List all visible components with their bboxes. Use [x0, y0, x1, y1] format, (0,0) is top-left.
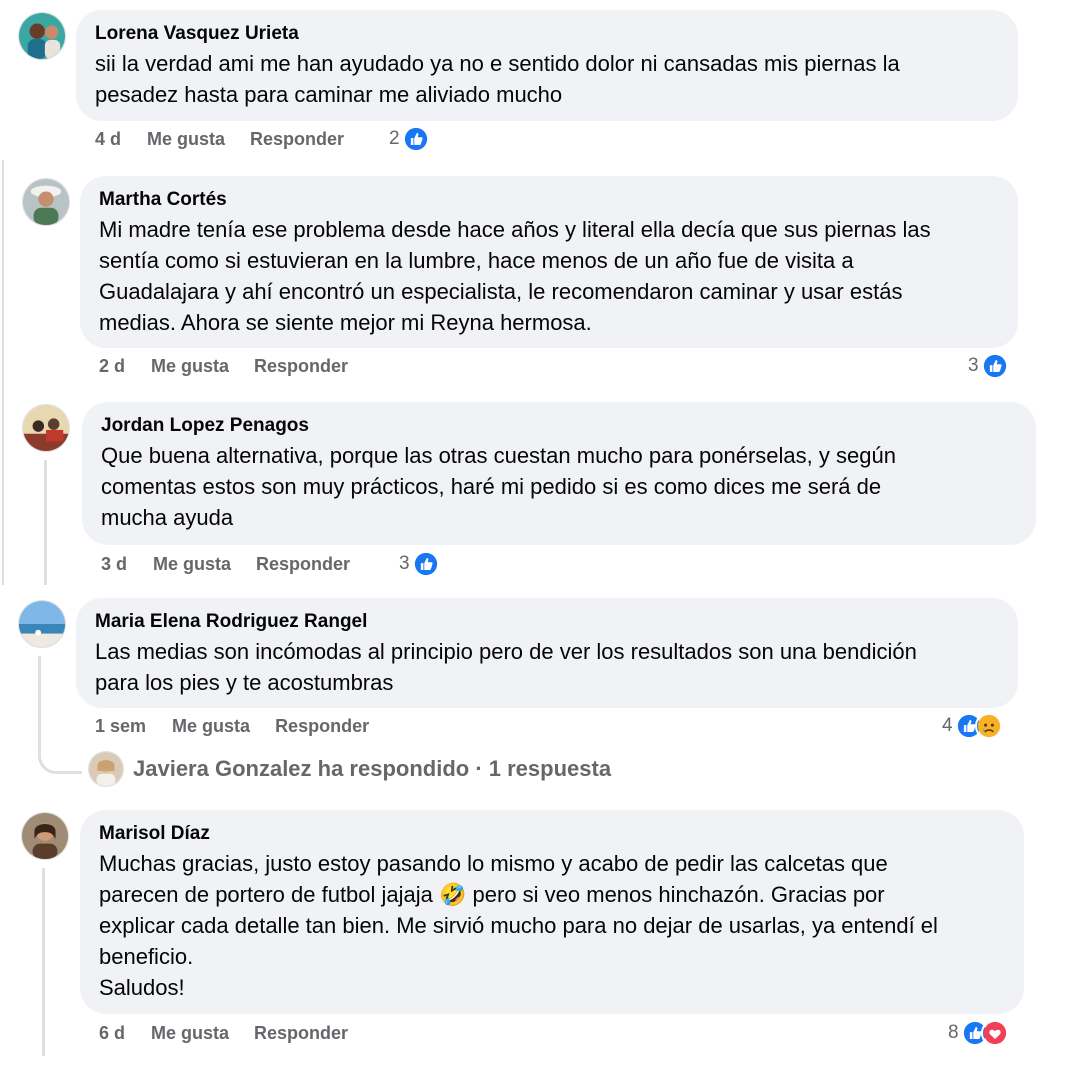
- avatar[interactable]: [18, 12, 66, 60]
- thread-line: [2, 160, 4, 385]
- reaction-count: 3: [968, 355, 979, 376]
- comment-time[interactable]: 4 d: [95, 129, 121, 150]
- reply-button[interactable]: Responder: [250, 129, 344, 150]
- reaction-count: 8: [948, 1022, 959, 1043]
- comment-author[interactable]: Marisol Díaz: [99, 822, 1004, 846]
- comment-text: Mi madre tenía ese problema desde hace a…: [99, 217, 931, 335]
- like-icon: [401, 125, 430, 153]
- reaction-summary[interactable]: 2: [389, 125, 430, 153]
- comment-actions: 2 d Me gusta Responder: [99, 356, 348, 377]
- comment-time[interactable]: 6 d: [99, 1023, 125, 1044]
- avatar[interactable]: [22, 404, 70, 452]
- thread-line: [42, 868, 45, 1056]
- reply-button[interactable]: Responder: [256, 554, 350, 575]
- comment-author[interactable]: Maria Elena Rodriguez Rangel: [95, 610, 998, 634]
- comment-time[interactable]: 1 sem: [95, 716, 146, 737]
- comment-bubble: Maria Elena Rodriguez Rangel Las medias …: [76, 598, 1018, 708]
- comment-time[interactable]: 2 d: [99, 356, 125, 377]
- view-replies-link[interactable]: Javiera Gonzalez ha respondido · 1 respu…: [88, 751, 611, 787]
- thread-line: [2, 385, 4, 585]
- comment-author[interactable]: Lorena Vasquez Urieta: [95, 22, 998, 46]
- comment-text: sii la verdad ami me han ayudado ya no e…: [95, 51, 900, 107]
- comment-bubble: Martha Cortés Mi madre tenía ese problem…: [80, 176, 1018, 348]
- reply-button[interactable]: Responder: [254, 356, 348, 377]
- avatar[interactable]: [21, 812, 69, 860]
- reaction-count: 2: [389, 128, 400, 149]
- reaction-summary[interactable]: 3: [968, 352, 1009, 380]
- reply-button[interactable]: Responder: [275, 716, 369, 737]
- comment-author[interactable]: Martha Cortés: [99, 188, 998, 212]
- comment-bubble: Lorena Vasquez Urieta sii la verdad ami …: [76, 10, 1018, 121]
- comment-text: Muchas gracias, justo estoy pasando lo m…: [99, 851, 938, 1000]
- comment-actions: 4 d Me gusta Responder: [95, 129, 344, 150]
- like-button[interactable]: Me gusta: [151, 1023, 229, 1044]
- thread-line: [44, 460, 47, 585]
- like-icon: [980, 352, 1009, 380]
- love-icon: [980, 1019, 1009, 1047]
- comment-author[interactable]: Jordan Lopez Penagos: [101, 414, 1016, 438]
- sad-icon: [974, 712, 1003, 740]
- comment-text: Las medias son incómodas al principio pe…: [95, 639, 917, 695]
- comment-actions: 3 d Me gusta Responder: [101, 554, 350, 575]
- like-button[interactable]: Me gusta: [151, 356, 229, 377]
- like-icon: [411, 550, 440, 578]
- avatar: [88, 751, 124, 787]
- comment-bubble: Marisol Díaz Muchas gracias, justo estoy…: [80, 810, 1024, 1014]
- comment-actions: 1 sem Me gusta Responder: [95, 716, 369, 737]
- comment-bubble: Jordan Lopez Penagos Que buena alternati…: [82, 402, 1036, 545]
- reaction-summary[interactable]: 8: [948, 1019, 1009, 1047]
- reply-button[interactable]: Responder: [254, 1023, 348, 1044]
- reply-summary-text[interactable]: Javiera Gonzalez ha respondido · 1 respu…: [133, 756, 611, 782]
- reaction-summary[interactable]: 4: [942, 712, 1003, 740]
- like-button[interactable]: Me gusta: [147, 129, 225, 150]
- comment-actions: 6 d Me gusta Responder: [99, 1023, 348, 1044]
- avatar[interactable]: [22, 178, 70, 226]
- comment-text: Que buena alternativa, porque las otras …: [101, 443, 896, 530]
- like-button[interactable]: Me gusta: [153, 554, 231, 575]
- like-button[interactable]: Me gusta: [172, 716, 250, 737]
- comment-time[interactable]: 3 d: [101, 554, 127, 575]
- reaction-summary[interactable]: 3: [399, 550, 440, 578]
- avatar[interactable]: [18, 600, 66, 648]
- reaction-count: 4: [942, 715, 953, 736]
- reaction-count: 3: [399, 553, 410, 574]
